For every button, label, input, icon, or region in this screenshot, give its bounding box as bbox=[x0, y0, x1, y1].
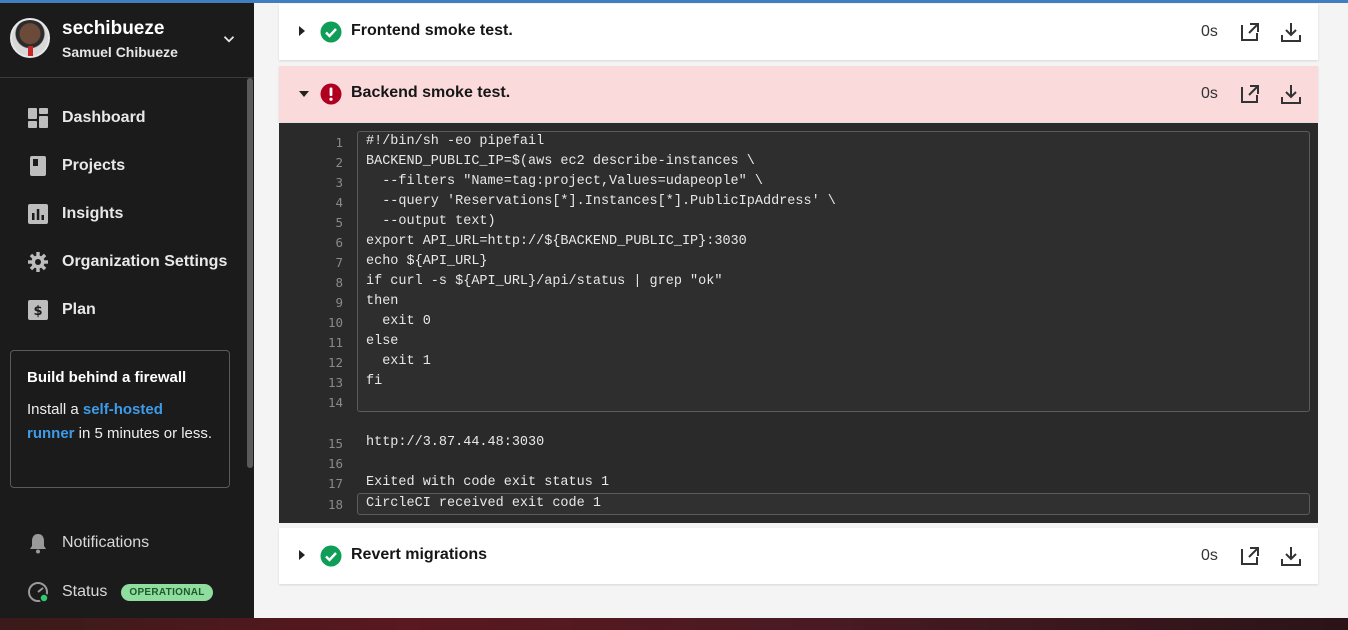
open-external-icon[interactable] bbox=[1238, 20, 1262, 44]
output-line: http://3.87.44.48:3030 bbox=[366, 435, 545, 450]
status-item[interactable]: Status OPERATIONAL bbox=[28, 580, 213, 604]
job-steps-panel: Frontend smoke test. 0s Backend smoke te… bbox=[254, 0, 1348, 618]
script-line: else bbox=[366, 334, 399, 349]
status-gauge-icon bbox=[28, 582, 48, 602]
script-line: --query 'Reservations[*].Instances[*].Pu… bbox=[366, 194, 836, 209]
dashboard-icon bbox=[28, 108, 48, 128]
sidebar-item-plan[interactable]: $ Plan bbox=[0, 286, 254, 334]
script-line: --output text) bbox=[366, 214, 496, 229]
script-line: exit 1 bbox=[366, 354, 431, 369]
sidebar-item-label: Insights bbox=[62, 205, 124, 222]
step-console-output[interactable]: 1 #!/bin/sh -eo pipefail 2 BACKEND_PUBLI… bbox=[279, 123, 1318, 523]
gear-icon bbox=[28, 252, 48, 272]
step-duration: 0s bbox=[1201, 85, 1218, 102]
line-number: 9 bbox=[335, 295, 343, 310]
sidebar-nav: Dashboard Projects Insights Organization… bbox=[0, 94, 254, 334]
sidebar-item-insights[interactable]: Insights bbox=[0, 190, 254, 238]
line-number: 11 bbox=[327, 335, 343, 350]
notifications-item[interactable]: Notifications bbox=[28, 531, 149, 555]
step-title: Frontend smoke test. bbox=[351, 22, 513, 39]
sidebar-item-projects[interactable]: Projects bbox=[0, 142, 254, 190]
firewall-promo-card: Build behind a firewall Install a self-h… bbox=[10, 350, 230, 488]
line-number: 13 bbox=[327, 375, 343, 390]
svg-text:$: $ bbox=[33, 304, 42, 319]
avatar bbox=[10, 18, 50, 58]
step-title: Revert migrations bbox=[351, 546, 488, 563]
status-label: Status bbox=[62, 583, 108, 600]
output-line: Exited with code exit status 1 bbox=[366, 475, 610, 490]
caret-right-icon bbox=[299, 550, 305, 560]
dollar-icon: $ bbox=[28, 300, 48, 320]
success-check-icon bbox=[320, 545, 342, 567]
line-number: 17 bbox=[327, 476, 343, 491]
script-line: exit 0 bbox=[366, 314, 431, 329]
script-line: #!/bin/sh -eo pipefail bbox=[366, 134, 545, 149]
download-icon[interactable] bbox=[1279, 82, 1303, 106]
step-header[interactable]: Revert migrations 0s bbox=[279, 528, 1318, 584]
script-line: --filters "Name=tag:project,Values=udape… bbox=[366, 174, 763, 189]
promo-text-after: in 5 minutes or less. bbox=[74, 425, 213, 442]
promo-title: Build behind a firewall bbox=[27, 369, 187, 386]
caret-right-icon bbox=[299, 26, 305, 36]
step-revert-migrations: Revert migrations 0s bbox=[279, 528, 1318, 584]
line-number: 4 bbox=[335, 195, 343, 210]
download-icon[interactable] bbox=[1279, 20, 1303, 44]
step-duration: 0s bbox=[1201, 23, 1218, 40]
insights-icon bbox=[28, 204, 48, 224]
bell-icon bbox=[30, 534, 46, 554]
user-menu[interactable]: sechibueze Samuel Chibueze bbox=[0, 0, 254, 78]
step-header[interactable]: Frontend smoke test. 0s bbox=[279, 4, 1318, 60]
top-accent-line bbox=[0, 0, 1348, 3]
os-taskbar bbox=[0, 618, 1348, 630]
step-frontend-smoke-test: Frontend smoke test. 0s bbox=[279, 4, 1318, 60]
promo-text-before: Install a bbox=[27, 401, 83, 418]
script-line: then bbox=[366, 294, 399, 309]
sidebar-item-organization-settings[interactable]: Organization Settings bbox=[0, 238, 254, 286]
sidebar: sechibueze Samuel Chibueze Dashboard Pro… bbox=[0, 0, 254, 618]
step-duration: 0s bbox=[1201, 547, 1218, 564]
user-full-name: Samuel Chibueze bbox=[62, 44, 178, 60]
error-exclamation-icon bbox=[320, 83, 342, 105]
status-badge: OPERATIONAL bbox=[121, 583, 213, 601]
promo-text: Install a self-hosted runner in 5 minute… bbox=[27, 398, 213, 446]
open-external-icon[interactable] bbox=[1238, 544, 1262, 568]
line-number: 16 bbox=[327, 456, 343, 471]
line-number: 3 bbox=[335, 175, 343, 190]
sidebar-item-label: Dashboard bbox=[62, 109, 146, 126]
caret-down-icon bbox=[299, 91, 309, 97]
notifications-label: Notifications bbox=[62, 534, 150, 551]
open-external-icon[interactable] bbox=[1238, 82, 1262, 106]
line-number: 14 bbox=[327, 395, 343, 410]
sidebar-item-label: Plan bbox=[62, 301, 96, 318]
script-line: echo ${API_URL} bbox=[366, 254, 488, 269]
line-number: 10 bbox=[327, 315, 343, 330]
script-line: fi bbox=[366, 374, 383, 389]
step-header[interactable]: Backend smoke test. 0s bbox=[279, 66, 1318, 122]
script-line: BACKEND_PUBLIC_IP=$(aws ec2 describe-ins… bbox=[366, 154, 755, 169]
line-number: 15 bbox=[327, 436, 343, 451]
line-number: 6 bbox=[335, 235, 343, 250]
step-title: Backend smoke test. bbox=[351, 84, 511, 101]
sidebar-scrollbar[interactable] bbox=[246, 78, 254, 468]
line-number: 2 bbox=[335, 155, 343, 170]
success-check-icon bbox=[320, 21, 342, 43]
line-number: 8 bbox=[335, 275, 343, 290]
step-backend-smoke-test: Backend smoke test. 0s bbox=[279, 66, 1318, 122]
line-number: 5 bbox=[335, 215, 343, 230]
username: sechibueze bbox=[62, 18, 165, 39]
chevron-down-icon[interactable] bbox=[220, 30, 238, 48]
projects-icon bbox=[28, 156, 48, 176]
script-line: if curl -s ${API_URL}/api/status | grep … bbox=[366, 274, 723, 289]
script-line: export API_URL=http://${BACKEND_PUBLIC_I… bbox=[366, 234, 747, 249]
sidebar-item-dashboard[interactable]: Dashboard bbox=[0, 94, 254, 142]
line-number: 18 bbox=[327, 497, 343, 512]
output-line: CircleCI received exit code 1 bbox=[366, 496, 601, 511]
line-number: 12 bbox=[327, 355, 343, 370]
line-number: 7 bbox=[335, 255, 343, 270]
sidebar-item-label: Organization Settings bbox=[62, 253, 228, 270]
sidebar-item-label: Projects bbox=[62, 157, 126, 174]
download-icon[interactable] bbox=[1279, 544, 1303, 568]
line-number: 1 bbox=[335, 135, 343, 150]
